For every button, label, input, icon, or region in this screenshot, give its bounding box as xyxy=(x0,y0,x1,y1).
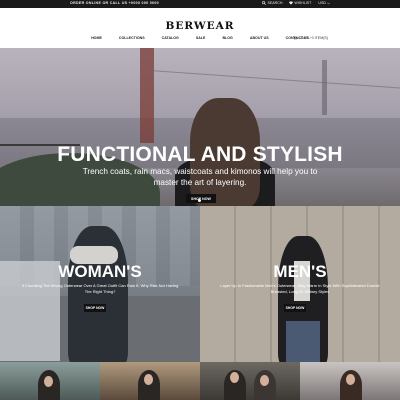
lookbook-image[interactable] xyxy=(0,362,100,400)
heart-icon xyxy=(289,1,294,5)
category-title: WOMAN'S xyxy=(58,262,142,281)
category-title: MEN'S xyxy=(273,262,327,281)
men-shop-now-button[interactable]: SHOP NOW xyxy=(284,304,306,312)
slider-dot[interactable] xyxy=(198,199,201,202)
search-icon xyxy=(262,1,267,5)
cart-label: CART / 0 ITEM(S) xyxy=(298,36,328,40)
category-description: If Choosing The Wrong Outerwear Over A G… xyxy=(21,283,179,294)
search-label: SEARCH xyxy=(267,1,283,5)
cart-link[interactable]: CART / 0 ITEM(S) xyxy=(293,36,328,40)
nav-collections[interactable]: COLLECTIONS xyxy=(119,36,145,40)
hero-subtitle: Trench coats, rain macs, waistcoats and … xyxy=(82,167,318,187)
site-logo[interactable]: BERWEAR xyxy=(0,20,400,32)
top-bar: ORDER ONLINE OR CALL US +0000 000 0000 S… xyxy=(0,0,400,8)
nav-blog[interactable]: BLOG xyxy=(222,36,232,40)
nav-sale[interactable]: SALE xyxy=(196,36,206,40)
chevron-down-icon xyxy=(327,2,330,4)
lookbook-image[interactable] xyxy=(100,362,200,400)
promo-text: ORDER ONLINE OR CALL US +0000 000 0000 xyxy=(70,1,159,5)
currency-label: USD xyxy=(318,1,326,5)
women-shop-now-button[interactable]: SHOP NOW xyxy=(84,304,106,312)
hero-title: FUNCTIONAL AND STYLISH xyxy=(57,143,343,166)
nav-about-us[interactable]: ABOUT US xyxy=(250,36,269,40)
cart-icon xyxy=(293,36,297,40)
wishlist-link[interactable]: WISHLIST xyxy=(289,1,311,5)
category-men[interactable]: MEN'S Layer Up In Fashionable Men's Oute… xyxy=(200,206,400,362)
category-women[interactable]: WOMAN'S If Choosing The Wrong Outerwear … xyxy=(0,206,200,362)
lookbook-image[interactable] xyxy=(300,362,400,400)
category-description: Layer Up In Fashionable Men's Outerwear.… xyxy=(220,283,380,294)
search-link[interactable]: SEARCH xyxy=(262,1,282,5)
nav-home[interactable]: HOME xyxy=(91,36,102,40)
hero-banner: FUNCTIONAL AND STYLISH Trench coats, rai… xyxy=(0,48,400,206)
site-header: BERWEAR HOME COLLECTIONS CATALOG SALE BL… xyxy=(0,8,400,48)
main-nav: HOME COLLECTIONS CATALOG SALE BLOG ABOUT… xyxy=(0,36,400,40)
nav-catalog[interactable]: CATALOG xyxy=(162,36,179,40)
wishlist-label: WISHLIST xyxy=(294,1,312,5)
hero-shop-now-button[interactable]: SHOP NOW xyxy=(186,194,216,203)
lookbook-image[interactable] xyxy=(200,362,300,400)
top-bar-links: SEARCH WISHLIST USD xyxy=(262,1,330,5)
currency-selector[interactable]: USD xyxy=(318,1,330,5)
